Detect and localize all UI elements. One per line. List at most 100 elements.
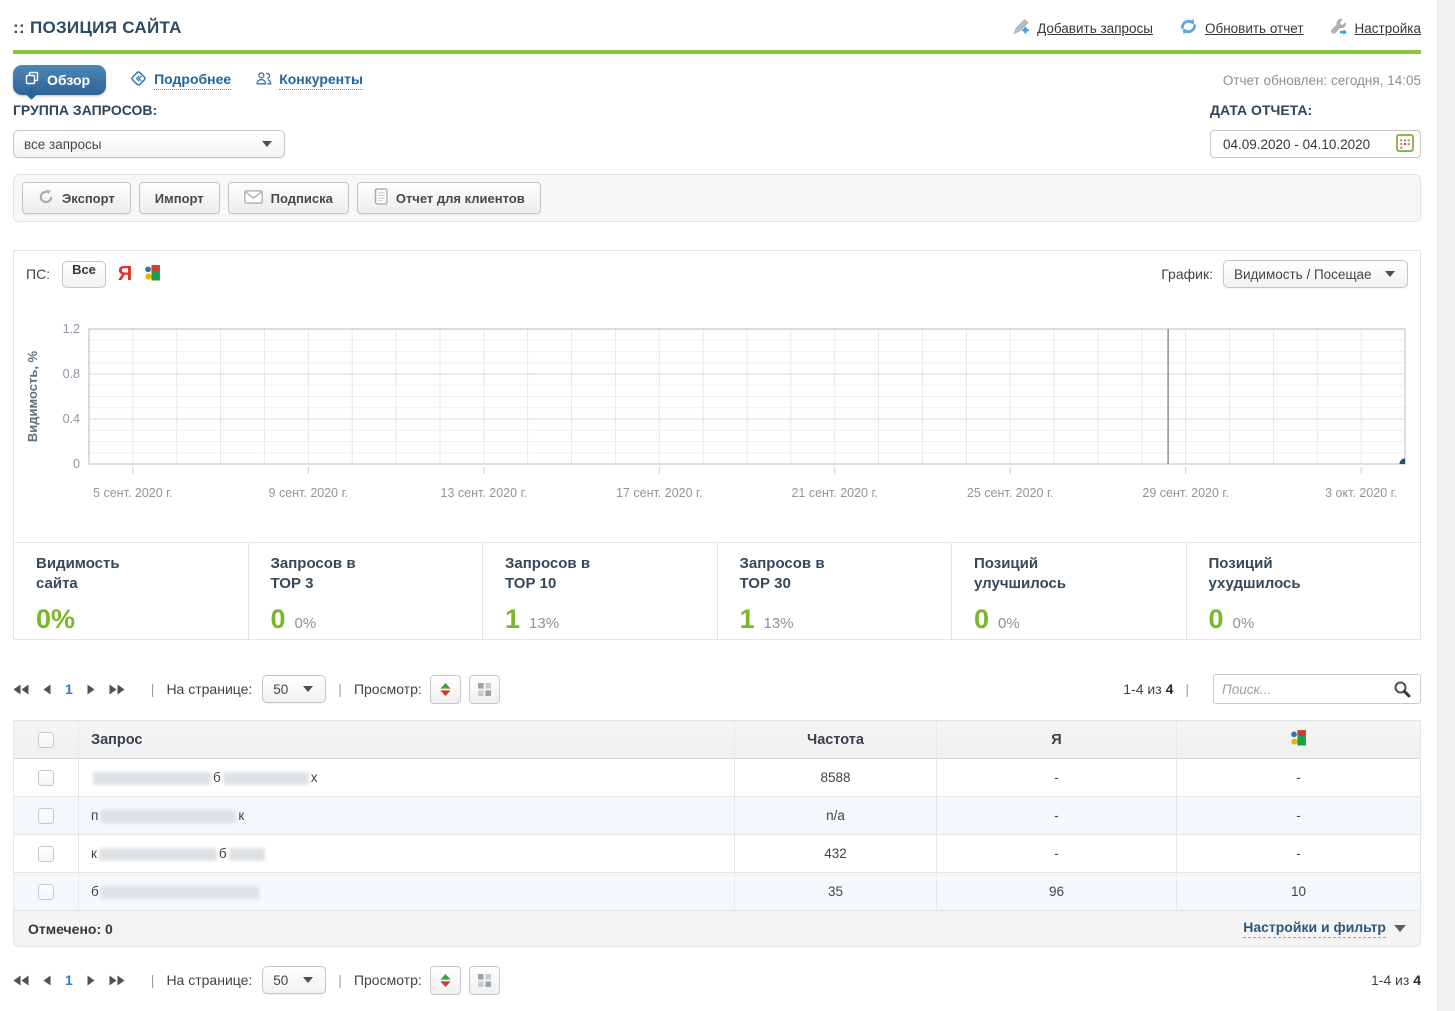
table-footer: Отмечено: 0 Настройки и фильтр — [13, 911, 1421, 947]
stat-top3: Запросов вТОР 3 00% — [248, 543, 483, 639]
export-refresh-icon — [38, 189, 54, 208]
svg-text:1.2: 1.2 — [63, 322, 80, 336]
pages-icon — [25, 71, 39, 88]
settings-link[interactable]: Настройка — [1330, 18, 1421, 38]
calendar-icon[interactable] — [1396, 134, 1414, 155]
yandex-position-cell: - — [937, 759, 1177, 797]
export-button[interactable]: Экспорт — [22, 182, 131, 214]
settings-filter-link[interactable]: Настройки и фильтр — [1243, 919, 1406, 938]
google-column-header[interactable] — [1177, 721, 1421, 759]
svg-text:25 сент. 2020 г.: 25 сент. 2020 г. — [967, 486, 1054, 500]
table-row[interactable]: кб 432 - - — [14, 835, 1421, 873]
query-column-header[interactable]: Запрос — [79, 721, 735, 759]
table-row[interactable]: б 35 96 10 — [14, 873, 1421, 911]
svg-text:9 сент. 2020 г.: 9 сент. 2020 г. — [269, 486, 349, 500]
per-page-label: На странице: — [166, 972, 252, 988]
frequency-cell: 8588 — [735, 759, 937, 797]
stat-improved: Позицийулучшилось 00% — [951, 543, 1186, 639]
view-label: Просмотр: — [354, 972, 422, 988]
google-position-cell: - — [1177, 835, 1421, 873]
google-position-cell: - — [1177, 759, 1421, 797]
tab-details[interactable]: Подробнее — [130, 70, 231, 90]
chevron-down-icon — [303, 977, 313, 983]
content: :: ПОЗИЦИЯ САЙТА Добавить запросы Обнови… — [13, 0, 1421, 995]
chart-panel: ПС: Все Я График: Видимость / Посещаемо … — [13, 250, 1421, 640]
frequency-cell: 432 — [735, 835, 937, 873]
select-all-checkbox[interactable] — [38, 732, 54, 748]
chevron-down-icon — [1385, 271, 1395, 277]
page-number[interactable]: 1 — [65, 972, 73, 988]
svg-text:Видимость, %: Видимость, % — [25, 350, 40, 442]
query-group-filter: ГРУППА ЗАПРОСОВ: все запросы — [13, 102, 285, 158]
graph-type-select[interactable]: Видимость / Посещаемо — [1223, 260, 1408, 288]
scrollbar-track[interactable] — [1437, 0, 1455, 1011]
tabs: Обзор Подробнее Конкуренты — [13, 65, 363, 95]
selected-count: Отмечено: 0 — [28, 921, 113, 937]
graph-type-switcher: График: Видимость / Посещаемо — [1161, 260, 1408, 288]
prev-page-button[interactable] — [43, 975, 51, 986]
add-queries-link[interactable]: Добавить запросы — [1012, 18, 1153, 38]
visibility-chart[interactable]: 5 сент. 2020 г. 9 сент. 2020 г. 13 сент. 2… — [14, 297, 1420, 542]
tab-overview[interactable]: Обзор — [13, 65, 106, 95]
query-cell-redacted: бх — [79, 759, 735, 797]
last-page-button[interactable] — [109, 684, 125, 695]
refresh-report-link[interactable]: Обновить отчет — [1179, 18, 1304, 38]
row-checkbox[interactable] — [38, 884, 54, 900]
query-cell-redacted: кб — [79, 835, 735, 873]
sort-view-button[interactable] — [430, 966, 461, 995]
query-group-select[interactable]: все запросы — [13, 130, 285, 158]
row-checkbox[interactable] — [38, 770, 54, 786]
search-icon[interactable] — [1384, 675, 1420, 703]
frequency-column-header[interactable]: Частота — [735, 721, 937, 759]
next-page-button[interactable] — [87, 975, 95, 986]
wrench-icon — [1330, 18, 1348, 38]
prev-page-button[interactable] — [43, 684, 51, 695]
stat-worsened: Позицийухудшилось 00% — [1186, 543, 1421, 639]
yandex-icon[interactable]: Я — [118, 263, 132, 286]
filters-row: ГРУППА ЗАПРОСОВ: все запросы ДАТА ОТЧЕТА… — [13, 102, 1421, 158]
page-number[interactable]: 1 — [65, 681, 73, 697]
row-checkbox[interactable] — [38, 846, 54, 862]
svg-text:21 сент. 2020 г.: 21 сент. 2020 г. — [791, 486, 878, 500]
first-page-button[interactable] — [13, 684, 29, 695]
page: :: ПОЗИЦИЯ САЙТА Добавить запросы Обнови… — [0, 0, 1455, 1011]
stat-top10: Запросов вТОР 10 113% — [482, 543, 717, 639]
grid-view-button[interactable] — [469, 966, 500, 995]
yandex-column-header[interactable]: Я — [937, 721, 1177, 759]
table-row[interactable]: пк n/a - - — [14, 797, 1421, 835]
page-title: :: ПОЗИЦИЯ САЙТА — [13, 18, 182, 38]
date-range-input[interactable]: 04.09.2020 - 04.10.2020 — [1210, 130, 1421, 158]
chart-panel-head: ПС: Все Я График: Видимость / Посещаемо — [14, 251, 1420, 297]
pager-bottom: 1 | На странице: 50 | Просмотр: 1-4 из 4 — [13, 965, 1421, 995]
pencil-add-icon — [1012, 18, 1030, 38]
google-position-cell: 10 — [1177, 873, 1421, 911]
stat-visibility: Видимостьсайта 0% — [14, 543, 248, 639]
grid-view-button[interactable] — [469, 675, 500, 704]
sort-view-button[interactable] — [430, 675, 461, 704]
people-icon — [255, 70, 272, 90]
svg-text:0: 0 — [73, 457, 80, 471]
query-group-label: ГРУППА ЗАПРОСОВ: — [13, 102, 285, 122]
tab-competitors[interactable]: Конкуренты — [255, 70, 363, 90]
grid-icon — [478, 974, 491, 987]
table-row[interactable]: бх 8588 - - — [14, 759, 1421, 797]
client-report-button[interactable]: Отчет для клиентов — [357, 182, 541, 214]
import-button[interactable]: Импорт — [139, 182, 220, 214]
yandex-position-cell: - — [937, 797, 1177, 835]
svg-text:13 сент. 2020 г.: 13 сент. 2020 г. — [441, 486, 528, 500]
report-date-filter: ДАТА ОТЧЕТА: 04.09.2020 - 04.10.2020 — [1210, 102, 1421, 158]
report-updated-text: Отчет обновлен: сегодня, 14:05 — [1223, 73, 1421, 88]
queries-table: Запрос Частота Я бх 8588 - - пк n/a - - — [13, 720, 1421, 911]
subscribe-button[interactable]: Подписка — [228, 182, 349, 214]
last-page-button[interactable] — [109, 975, 125, 986]
google-position-cell: - — [1177, 797, 1421, 835]
row-checkbox[interactable] — [38, 808, 54, 824]
svg-text:5 сент. 2020 г.: 5 сент. 2020 г. — [93, 486, 173, 500]
google-icon[interactable] — [144, 264, 161, 284]
first-page-button[interactable] — [13, 975, 29, 986]
per-page-select[interactable]: 50 — [262, 675, 326, 703]
next-page-button[interactable] — [87, 684, 95, 695]
per-page-select[interactable]: 50 — [262, 966, 326, 994]
se-all-button[interactable]: Все — [62, 261, 106, 288]
search-input[interactable] — [1214, 676, 1384, 702]
